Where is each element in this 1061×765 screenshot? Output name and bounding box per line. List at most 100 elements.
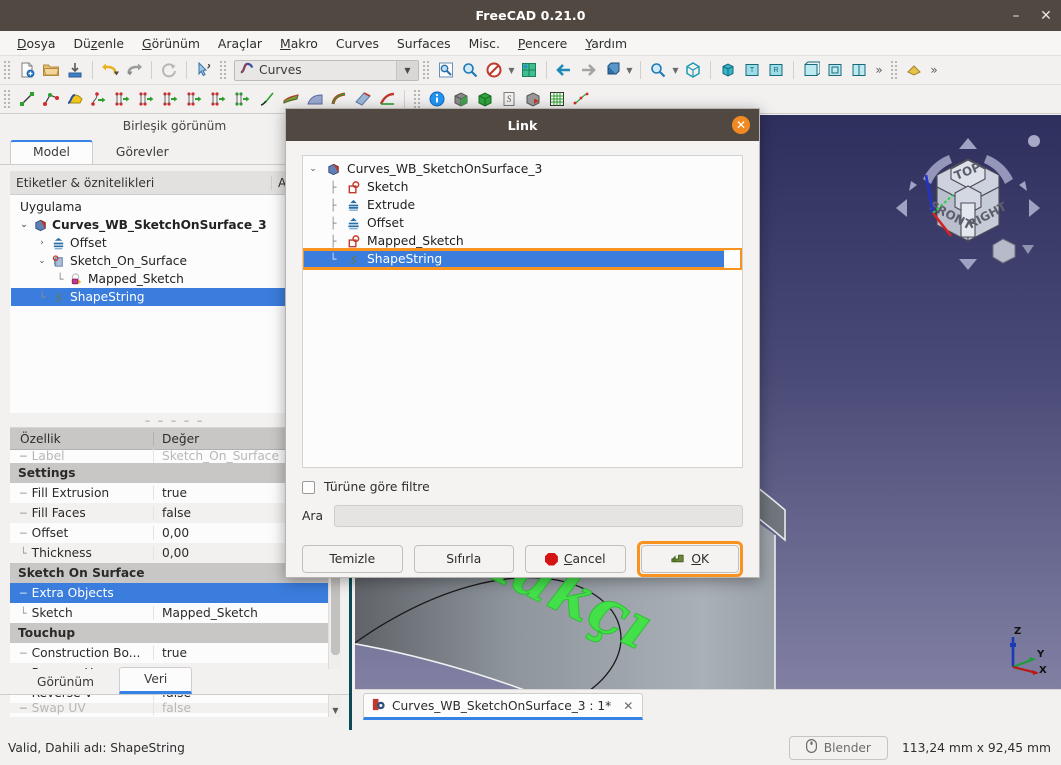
menu-araclar[interactable]: Araçlar (209, 33, 271, 54)
property-row-selected[interactable]: ─ Extra Objects (10, 583, 341, 603)
reset-button[interactable]: Sıfırla (413, 545, 514, 573)
curves-icon[interactable] (63, 87, 87, 111)
svg-text:T: T (750, 67, 755, 74)
draw-style-icon[interactable] (482, 58, 506, 82)
toolbar-grip[interactable] (890, 60, 899, 80)
chevron-down-icon[interactable]: ▼ (329, 706, 341, 715)
chevron-down-icon[interactable]: ⌄ (17, 220, 31, 230)
menu-pencere[interactable]: Pencere (509, 33, 576, 54)
undo-icon[interactable] (98, 58, 122, 82)
dialog-tree-item-mapped-sketch[interactable]: ├ Mapped_Sketch (303, 232, 742, 250)
chevron-down-icon[interactable]: ⌄ (35, 256, 49, 266)
ok-button[interactable]: OK (640, 545, 739, 573)
chevron-down-icon[interactable]: ▼ (624, 58, 635, 82)
shapestring-icon: S (49, 290, 67, 305)
top-view-icon[interactable]: T (740, 58, 764, 82)
interpolation-curve-icon[interactable] (111, 87, 135, 111)
save-icon[interactable] (63, 58, 87, 82)
cancel-button[interactable]: Cancel (525, 545, 626, 573)
dialog-tree-item-document[interactable]: ⌄ Curves_WB_SketchOnSurface_3 (303, 160, 742, 178)
polygon-icon[interactable] (39, 87, 63, 111)
menu-misc[interactable]: Misc. (460, 33, 509, 54)
chevron-down-icon[interactable]: ⌄ (303, 164, 323, 174)
refresh-icon[interactable] (157, 58, 181, 82)
dialog-tree-item-shapestring[interactable]: └ S ShapeString (303, 248, 742, 270)
discretize-icon[interactable] (255, 87, 279, 111)
new-document-icon[interactable] (15, 58, 39, 82)
property-row[interactable]: ─ Swap UV false (10, 701, 341, 715)
forward-view-icon[interactable] (576, 58, 600, 82)
menu-makro[interactable]: Makro (271, 33, 327, 54)
toolbar-grip[interactable] (422, 60, 431, 80)
dialog-tree-item-extrude[interactable]: ├ Extrude (303, 196, 742, 214)
toolbar-overflow-icon[interactable]: » (871, 58, 887, 82)
close-icon[interactable]: ✕ (623, 699, 633, 713)
front-view-icon[interactable] (716, 58, 740, 82)
property-row[interactable]: ─ Construction Bo... true (10, 643, 341, 663)
minimize-button[interactable]: – (1009, 9, 1023, 23)
redo-icon[interactable] (122, 58, 146, 82)
tab-gorunum[interactable]: Görünüm (12, 670, 119, 694)
tab-model[interactable]: Model (10, 140, 93, 164)
isometric-view-icon[interactable] (517, 58, 541, 82)
search-input[interactable] (334, 505, 743, 527)
tab-veri[interactable]: Veri (118, 667, 193, 694)
join-curve-icon[interactable] (207, 87, 231, 111)
mouse-icon (805, 739, 817, 756)
link-object-tree[interactable]: ⌄ Curves_WB_SketchOnSurface_3 ├ Sketch ├… (302, 155, 743, 468)
dialog-tree-item-offset[interactable]: ├ Offset (303, 214, 742, 232)
document-tab[interactable]: Curves_WB_SketchOnSurface_3 : 1* ✕ (363, 693, 644, 720)
filter-by-type-checkbox[interactable] (302, 480, 315, 494)
tree-line: └ (38, 290, 46, 304)
line-icon[interactable] (15, 87, 39, 111)
measure-icon[interactable] (902, 58, 926, 82)
tree-item-label: Offset (70, 236, 107, 250)
right-view-icon[interactable]: R (764, 58, 788, 82)
rear-view-icon[interactable] (799, 58, 823, 82)
chevron-down-icon[interactable]: ▼ (396, 60, 418, 80)
clear-button[interactable]: Temizle (302, 545, 403, 573)
toolbar-grip[interactable] (413, 89, 422, 109)
back-view-icon[interactable] (552, 58, 576, 82)
dialog-button-row: Temizle Sıfırla Cancel OK (302, 541, 743, 577)
whats-this-icon[interactable] (192, 58, 216, 82)
chevron-down-icon[interactable]: ▼ (670, 58, 681, 82)
bspline-icon[interactable] (87, 87, 111, 111)
zoom-icon[interactable] (646, 58, 670, 82)
toolbar-grip[interactable] (3, 89, 12, 109)
open-folder-icon[interactable] (39, 58, 63, 82)
menu-curves[interactable]: Curves (327, 33, 388, 54)
navigation-cube[interactable]: TOP FRONT RIGHT (893, 133, 1043, 283)
sketch-on-surface-icon (49, 254, 67, 269)
dialog-close-button[interactable]: ✕ (732, 116, 750, 134)
fit-all-icon[interactable] (458, 58, 482, 82)
toolbar-overflow-icon[interactable]: » (926, 58, 942, 82)
workbench-selector[interactable]: Curves ▼ (234, 59, 419, 81)
toolbar-grip[interactable] (219, 60, 228, 80)
chevron-right-icon[interactable]: › (35, 238, 49, 248)
axonometric-icon[interactable] (600, 58, 624, 82)
left-view-icon[interactable] (847, 58, 871, 82)
chevron-down-icon[interactable]: ▼ (506, 58, 517, 82)
axis-x-label: X (1039, 665, 1047, 675)
curve-extend-icon[interactable] (183, 87, 207, 111)
menu-gorunum[interactable]: Görünüm (133, 33, 209, 54)
fit-selection-icon[interactable] (434, 58, 458, 82)
approximate-curve-icon[interactable] (135, 87, 159, 111)
menu-yardim[interactable]: Yardım (576, 33, 636, 54)
bottom-view-icon[interactable] (823, 58, 847, 82)
close-button[interactable]: ✕ (1039, 9, 1053, 23)
property-group-row[interactable]: Touchup (10, 623, 341, 643)
menu-dosya[interactable]: Dosya (8, 33, 65, 54)
toolbar-grip[interactable] (3, 60, 12, 80)
menu-duzenle[interactable]: Düzenle (65, 33, 133, 54)
dialog-tree-item-sketch[interactable]: ├ Sketch (303, 178, 742, 196)
fit-box-icon[interactable] (681, 58, 705, 82)
link-dialog[interactable]: Link ✕ ⌄ Curves_WB_SketchOnSurface_3 ├ S… (285, 108, 760, 578)
split-curve-icon[interactable] (231, 87, 255, 111)
blender-navigation-button[interactable]: Blender (788, 735, 888, 760)
property-row[interactable]: └ Sketch Mapped_Sketch (10, 603, 341, 623)
parametric-blend-curve-icon[interactable] (159, 87, 183, 111)
menu-surfaces[interactable]: Surfaces (388, 33, 460, 54)
tab-gorevler[interactable]: Görevler (92, 140, 192, 164)
